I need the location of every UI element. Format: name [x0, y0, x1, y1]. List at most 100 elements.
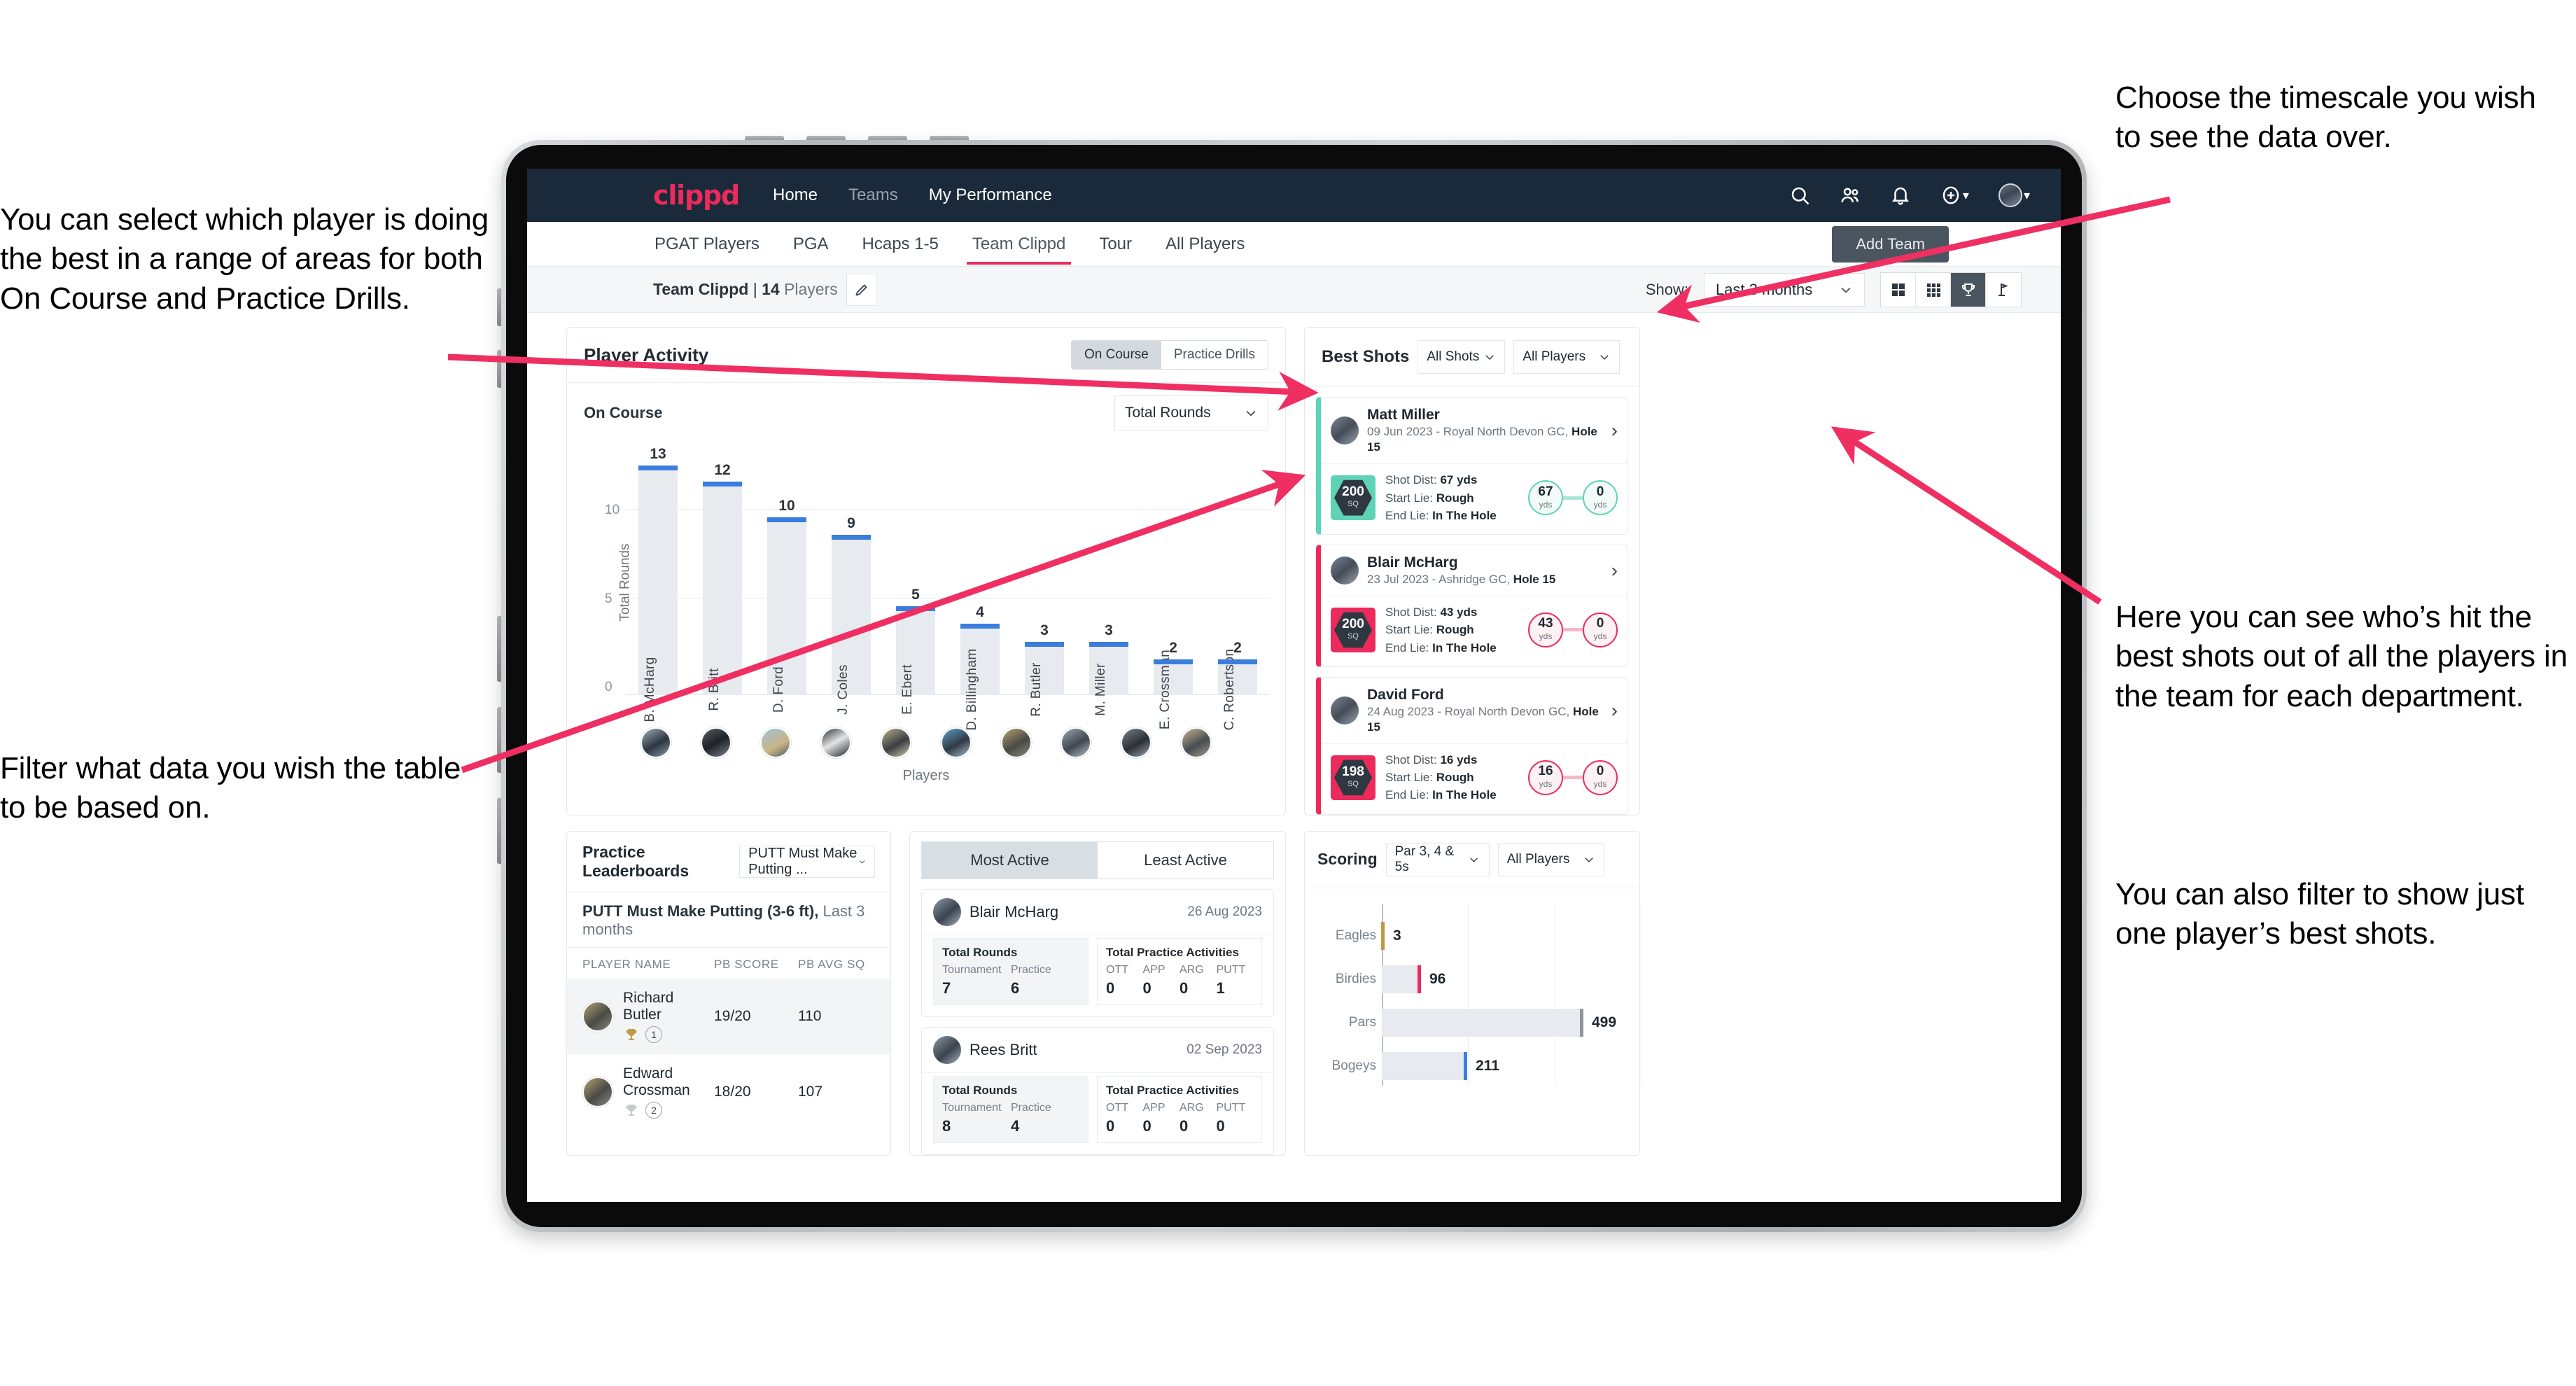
best-shot-card[interactable]: Blair McHarg 23 Jul 2023 - Ashridge GC, H…: [1316, 544, 1628, 667]
scoring-bar-row[interactable]: Pars 499: [1349, 1008, 1618, 1037]
clippd-logo[interactable]: clippd: [653, 180, 740, 211]
player-name: Rees Britt: [969, 1040, 1037, 1058]
player-avatar[interactable]: [700, 727, 732, 758]
plus-circle-icon[interactable]: ▾: [1940, 185, 1969, 206]
player-avatar[interactable]: [760, 727, 792, 758]
people-icon[interactable]: [1840, 185, 1861, 206]
start-distance-circle: 67 yds: [1528, 480, 1563, 516]
chevron-right-icon[interactable]: ›: [1611, 559, 1618, 582]
chart-bar-group[interactable]: 9 J. Coles: [819, 446, 883, 715]
chart-bar-group[interactable]: 10 D. Ford: [755, 446, 819, 713]
view-grid-large-button[interactable]: [1881, 272, 1916, 307]
chevron-down-icon[interactable]: ▾: [1963, 188, 1969, 203]
chart-bar-group[interactable]: 3 R. Butler: [1012, 446, 1077, 717]
view-grid-small-button[interactable]: [1916, 272, 1951, 307]
shot-type-value: All Shots: [1427, 349, 1480, 364]
practice-key: APP: [1142, 1101, 1166, 1114]
scoring-player-select[interactable]: All Players: [1497, 842, 1604, 876]
scoring-category-label: Birdies: [1335, 971, 1376, 986]
player-activity-title: Player Activity: [584, 344, 709, 365]
nav-link-home[interactable]: Home: [773, 186, 818, 205]
chart-bar-group[interactable]: 4 D. Billingham: [948, 446, 1012, 731]
player-avatar[interactable]: [881, 727, 912, 758]
nav-link-teams[interactable]: Teams: [848, 186, 898, 205]
shot-date: 24 Aug 2023: [1367, 704, 1434, 718]
chart-bar-group[interactable]: 3 M. Miller: [1077, 446, 1141, 716]
annotation-right-top: Choose the timescale you wish to see the…: [2115, 80, 2536, 155]
view-flag-button[interactable]: [1986, 273, 2021, 307]
chart-bar[interactable]: R. Britt: [703, 482, 742, 711]
scoring-bar-row[interactable]: Birdies 96: [1336, 965, 1618, 993]
chart-bar[interactable]: E. Ebert: [896, 606, 935, 715]
tab-pgat-players[interactable]: PGAT Players: [653, 225, 761, 264]
tab-most-active[interactable]: Most Active: [922, 841, 1098, 878]
chevron-right-icon[interactable]: ›: [1611, 419, 1618, 442]
table-row[interactable]: Edward Crossman 2 18/20 107: [567, 1054, 890, 1130]
nav-link-my-performance[interactable]: My Performance: [929, 186, 1052, 205]
scoring-bar[interactable]: [1381, 921, 1385, 950]
tab-all-players[interactable]: All Players: [1164, 225, 1246, 264]
par-filter-select[interactable]: Par 3, 4 & 5s: [1385, 842, 1490, 876]
tab-hcaps-1-5[interactable]: Hcaps 1-5: [861, 225, 940, 264]
view-trophy-button[interactable]: [1951, 272, 1986, 307]
chart-bar[interactable]: D. Ford: [767, 517, 806, 713]
best-shot-card[interactable]: Matt Miller 09 Jun 2023 - Royal North Dev…: [1316, 397, 1628, 535]
chevron-right-icon[interactable]: ›: [1611, 699, 1618, 722]
chart-bar-group[interactable]: 2 E. Crossman: [1141, 446, 1205, 729]
best-shot-card[interactable]: David Ford 24 Aug 2023 - Royal North Devo…: [1316, 676, 1628, 815]
metric-select[interactable]: Total Rounds: [1114, 396, 1268, 430]
chart-bar[interactable]: R. Butler: [1025, 642, 1064, 717]
avatar[interactable]: ▾: [1998, 183, 2030, 207]
scoring-bar-row[interactable]: Bogeys 211: [1332, 1051, 1618, 1080]
shot-meta: 24 Aug 2023 - Royal North Devon GC, Hole…: [1367, 704, 1603, 735]
chevron-down-icon[interactable]: ▾: [2024, 188, 2030, 203]
chart-bar-group[interactable]: 13 B. McHarg: [626, 446, 690, 722]
scoring-bar[interactable]: [1382, 1008, 1583, 1037]
chart-bar[interactable]: J. Coles: [832, 535, 871, 715]
activity-player-card[interactable]: Blair McHarg 26 Aug 2023 Total Rounds Tourn…: [921, 888, 1274, 1017]
drill-select[interactable]: PUTT Must Make Putting ...: [739, 845, 875, 878]
add-team-button[interactable]: Add Team: [1832, 226, 1949, 262]
chart-bar-group[interactable]: 5 E. Ebert: [883, 446, 948, 715]
table-row[interactable]: Richard Butler 1 19/20 110: [567, 978, 890, 1054]
shot-distance-diagram: 43 yds 0 yds: [1528, 612, 1618, 648]
player-avatar[interactable]: [820, 727, 852, 758]
best-shots-player-select[interactable]: All Players: [1513, 340, 1620, 374]
player-avatar[interactable]: [1000, 727, 1032, 758]
player-avatar[interactable]: [640, 727, 671, 758]
player-avatar[interactable]: [1121, 727, 1152, 758]
activity-player-card[interactable]: Rees Britt 02 Sep 2023 Total Rounds Tournam…: [921, 1026, 1274, 1155]
shot-type-select[interactable]: All Shots: [1418, 340, 1506, 374]
player-avatar[interactable]: [1181, 727, 1212, 758]
pb-score-cell: 18/20: [714, 1083, 751, 1100]
player-avatar[interactable]: [940, 727, 972, 758]
scoring-bar[interactable]: [1382, 965, 1421, 993]
chart-bar[interactable]: C. Robertson: [1218, 649, 1257, 730]
scoring-bar-row[interactable]: Eagles 3: [1336, 921, 1618, 950]
pb-avg-sq-cell: 110: [798, 1007, 822, 1024]
edit-team-button[interactable]: [846, 273, 877, 306]
player-avatar[interactable]: [1060, 727, 1092, 758]
player-activity-header: Player Activity On Course Practice Drill…: [567, 328, 1285, 383]
toggle-practice-drills[interactable]: Practice Drills: [1161, 341, 1268, 369]
timescale-select[interactable]: Last 3 months: [1704, 272, 1865, 307]
chart-bar-group[interactable]: 12 R. Britt: [690, 446, 755, 711]
tab-least-active[interactable]: Least Active: [1098, 841, 1273, 878]
toggle-on-course[interactable]: On Course: [1072, 341, 1161, 369]
scoring-bar[interactable]: [1382, 1051, 1467, 1080]
player-name: David Ford: [1367, 686, 1444, 703]
chart-bar-group[interactable]: 2 C. Robertson: [1205, 446, 1270, 730]
tab-tour[interactable]: Tour: [1098, 225, 1133, 264]
search-icon[interactable]: [1789, 185, 1810, 206]
chart-bar[interactable]: E. Crossman: [1154, 650, 1193, 729]
chevron-down-icon: [1584, 857, 1593, 862]
rank-badge: 2: [645, 1101, 662, 1119]
chart-bar[interactable]: M. Miller: [1089, 642, 1128, 716]
tab-pga[interactable]: PGA: [792, 225, 830, 264]
chart-bar[interactable]: D. Billingham: [960, 624, 1000, 731]
tab-team-clippd[interactable]: Team Clippd: [966, 225, 1072, 265]
end-lie-label: End Lie:: [1385, 640, 1429, 654]
practice-key: OTT: [1106, 1101, 1128, 1114]
bell-icon[interactable]: [1890, 185, 1911, 206]
chart-bar[interactable]: B. McHarg: [638, 465, 678, 722]
